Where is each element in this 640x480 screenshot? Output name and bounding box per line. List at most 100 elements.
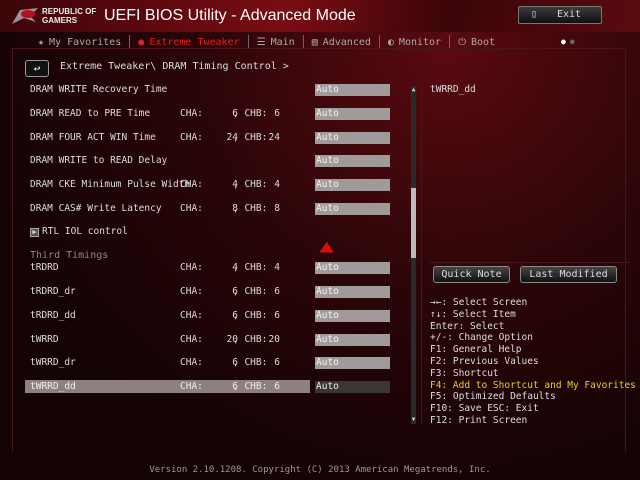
scrollbar[interactable]: ▲ ▼ xyxy=(411,86,416,424)
advanced-icon: ▤ xyxy=(311,36,318,48)
help-title: tWRRD_dd xyxy=(430,84,476,95)
chb-value: 6 xyxy=(274,310,280,321)
monitor-icon: ◐ xyxy=(387,36,394,48)
tab-my-favorites[interactable]: ★ My Favorites xyxy=(30,35,131,49)
setting-row[interactable]: tWRRD CHA: 20, CHB: 20 xyxy=(25,333,310,346)
setting-label: DRAM READ to PRE Time xyxy=(30,108,151,119)
setting-label: DRAM CAS# Write Latency xyxy=(30,203,162,214)
scrollbar-thumb[interactable] xyxy=(411,188,416,258)
cha-label: CHA: xyxy=(180,334,203,345)
page-indicator[interactable]: ● ● xyxy=(561,37,575,46)
setting-label: DRAM FOUR ACT WIN Time xyxy=(30,132,156,143)
chb-value: 6 xyxy=(274,381,280,392)
tweaker-icon: ● xyxy=(138,36,145,48)
tab-extreme-tweaker[interactable]: ● Extreme Tweaker xyxy=(130,35,249,49)
setting-value-field[interactable]: Auto xyxy=(315,107,390,120)
setting-value-field[interactable]: Auto xyxy=(315,333,390,346)
setting-label: DRAM CKE Minimum Pulse Width xyxy=(30,179,191,190)
cha-label: CHA: xyxy=(180,310,203,321)
setting-row[interactable]: DRAM CKE Minimum Pulse Width CHA: 4, CHB: 4 xyxy=(25,178,310,191)
setting-value-field[interactable]: Auto xyxy=(315,285,390,298)
tab-advanced[interactable]: ▤ Advanced xyxy=(304,35,380,49)
back-button[interactable]: ↩ xyxy=(25,60,49,77)
chb-value: 4 xyxy=(274,262,280,273)
setting-row[interactable]: tWRRD_dd CHA: 6, CHB: 6 xyxy=(25,380,310,393)
setting-value-field[interactable]: Auto xyxy=(315,178,390,191)
setting-row[interactable]: DRAM WRITE Recovery Time xyxy=(25,83,310,96)
version-footer: Version 2.10.1208. Copyright (C) 2013 Am… xyxy=(149,465,491,475)
chb-value: 20 xyxy=(268,334,280,345)
app-title: UEFI BIOS Utility - Advanced Mode xyxy=(104,7,356,24)
cha-label: CHA: xyxy=(180,357,203,368)
cha-label: CHA: xyxy=(180,286,203,297)
setting-row[interactable]: DRAM READ to PRE Time CHA: 6, CHB: 6 xyxy=(25,107,310,120)
help-divider xyxy=(430,262,630,263)
scroll-up-icon[interactable]: ▲ xyxy=(410,86,417,94)
setting-value-field[interactable]: Auto xyxy=(315,154,390,167)
setting-value-field[interactable]: Auto xyxy=(315,83,390,96)
key-hint: ↑↓: Select Item xyxy=(430,308,516,320)
tab-monitor[interactable]: ◐ Monitor xyxy=(380,35,451,49)
cha-label: CHA: xyxy=(180,262,203,273)
chb-value: 24 xyxy=(268,132,280,143)
rog-logo-icon xyxy=(12,8,38,24)
exit-button[interactable]: ▯ Exit xyxy=(518,6,602,24)
setting-row[interactable]: tWRRD_dr CHA: 6, CHB: 6 xyxy=(25,356,310,369)
setting-value-field[interactable]: Auto xyxy=(315,356,390,369)
section-title: Third Timings xyxy=(30,250,109,261)
scroll-down-icon[interactable]: ▼ xyxy=(410,416,417,424)
cha-label: CHA: xyxy=(180,179,203,190)
setting-value-field[interactable]: Auto xyxy=(315,202,390,215)
key-hint: →←: Select Screen xyxy=(430,297,528,308)
chb-value: 4 xyxy=(274,179,280,190)
setting-label: tRDRD_dd xyxy=(30,310,76,321)
tab-boot[interactable]: ⏻ Boot xyxy=(450,35,503,49)
cha-label: CHA: xyxy=(180,132,203,143)
setting-value-field[interactable]: Auto xyxy=(315,261,390,274)
brand-logo-text: REPUBLIC OF GAMERS xyxy=(42,7,97,25)
setting-label: DRAM WRITE Recovery Time xyxy=(30,84,168,95)
key-hint: Enter: Select xyxy=(430,320,505,332)
tab-main[interactable]: ☰ Main xyxy=(249,35,304,49)
key-hint: F4: Add to Shortcut and My Favorites xyxy=(430,379,636,391)
exit-door-icon: ▯ xyxy=(531,9,538,20)
submenu-rtl-iol-control[interactable]: ▶ RTL IOL control xyxy=(30,226,128,237)
last-modified-button[interactable]: Last Modified xyxy=(520,266,617,283)
list-icon: ☰ xyxy=(256,36,266,48)
setting-value-field[interactable]: Auto xyxy=(315,380,390,393)
setting-row[interactable]: DRAM FOUR ACT WIN Time CHA: 24, CHB: 24 xyxy=(25,131,310,144)
chb-value: 8 xyxy=(274,203,280,214)
setting-row[interactable]: tRDRD CHA: 4, CHB: 4 xyxy=(25,261,310,274)
setting-value-field[interactable]: Auto xyxy=(315,309,390,322)
cha-label: CHA: xyxy=(180,108,203,119)
key-hint: +/-: Change Option xyxy=(430,332,533,344)
quick-note-button[interactable]: Quick Note xyxy=(433,266,510,283)
setting-label: tWRRD xyxy=(30,334,59,345)
setting-row[interactable]: DRAM WRITE to READ Delay xyxy=(25,154,310,167)
panel-divider xyxy=(421,80,422,425)
chb-value: 6 xyxy=(274,286,280,297)
breadcrumb: Extreme Tweaker\ DRAM Timing Control > xyxy=(60,61,289,72)
chb-value: 6 xyxy=(274,357,280,368)
key-hint: F5: Optimized Defaults xyxy=(430,391,556,403)
chb-value: 6 xyxy=(274,108,280,119)
key-hint: F10: Save ESC: Exit xyxy=(430,403,539,415)
cha-label: CHA: xyxy=(180,381,203,392)
power-icon: ⏻ xyxy=(458,36,466,48)
setting-row[interactable]: DRAM CAS# Write Latency CHA: 8, CHB: 8 xyxy=(25,202,310,215)
cha-label: CHA: xyxy=(180,203,203,214)
setting-label: DRAM WRITE to READ Delay xyxy=(30,155,168,166)
setting-label: tWRRD_dd xyxy=(30,381,76,392)
setting-row[interactable]: tRDRD_dd CHA: 6, CHB: 6 xyxy=(25,309,310,322)
key-hint: F3: Shortcut xyxy=(430,367,499,379)
setting-row[interactable]: tRDRD_dr CHA: 6, CHB: 6 xyxy=(25,285,310,298)
key-legend: →←: Select Screen ↑↓: Select Item Enter: S… xyxy=(430,297,636,427)
setting-label: tRDRD_dr xyxy=(30,286,76,297)
setting-value-field[interactable]: Auto xyxy=(315,131,390,144)
submenu-arrow-icon: ▶ xyxy=(30,228,39,237)
star-icon: ★ xyxy=(38,36,45,48)
key-hint: F1: General Help xyxy=(430,344,522,356)
setting-label: tRDRD xyxy=(30,262,59,273)
key-hint: F12: Print Screen xyxy=(430,414,528,426)
setting-label: tWRRD_dr xyxy=(30,357,76,368)
